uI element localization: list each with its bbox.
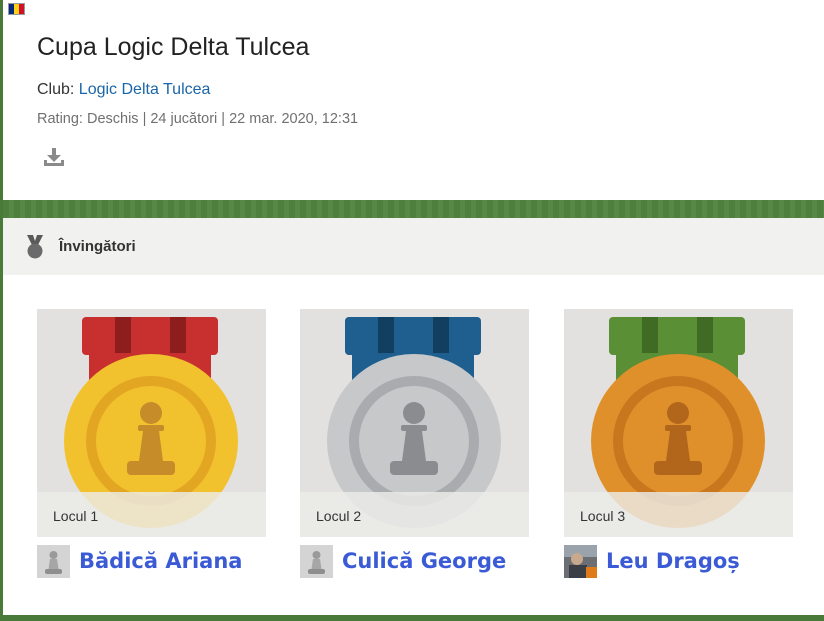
medal-icon: [25, 235, 45, 259]
player-name-link[interactable]: Leu Dragoș: [606, 549, 740, 573]
winner-card-3[interactable]: Locul 3: [564, 309, 793, 537]
club-info: Club: Logic Delta Tulcea: [37, 81, 210, 99]
romania-flag-icon: [8, 3, 25, 15]
pawn-avatar-icon: [300, 544, 333, 578]
winner-player-1[interactable]: Bădică Ariana: [37, 544, 242, 578]
place-band: Locul 3: [564, 492, 793, 537]
place-band: Locul 1: [37, 492, 266, 537]
page-title: Cupa Logic Delta Tulcea: [37, 33, 310, 61]
club-prefix: Club:: [37, 81, 79, 98]
winner-player-2[interactable]: Culică George: [300, 544, 506, 578]
place-label-1: Locul 1: [53, 508, 99, 524]
background-strip: [3, 200, 824, 218]
winners-header: Învingători: [3, 218, 824, 275]
download-icon[interactable]: [42, 146, 66, 168]
winners-title: Învingători: [59, 238, 136, 255]
tournament-header-card: Cupa Logic Delta Tulcea Club: Logic Delt…: [3, 0, 824, 200]
pawn-avatar-icon: [37, 544, 70, 578]
place-label-2: Locul 2: [316, 508, 362, 524]
club-link[interactable]: Logic Delta Tulcea: [79, 81, 211, 98]
winner-card-1[interactable]: Locul 1: [37, 309, 266, 537]
winners-card: Învingători Locul 1 Bădică Ariana Locul …: [3, 218, 824, 615]
winner-player-3[interactable]: Leu Dragoș: [564, 544, 740, 578]
player-name-link[interactable]: Bădică Ariana: [79, 549, 242, 573]
photo-avatar-icon: [564, 544, 597, 578]
place-band: Locul 2: [300, 492, 529, 537]
player-name-link[interactable]: Culică George: [342, 549, 506, 573]
winner-card-2[interactable]: Locul 2: [300, 309, 529, 537]
place-label-3: Locul 3: [580, 508, 626, 524]
tournament-meta: Rating: Deschis | 24 jucători | 22 mar. …: [37, 111, 359, 127]
